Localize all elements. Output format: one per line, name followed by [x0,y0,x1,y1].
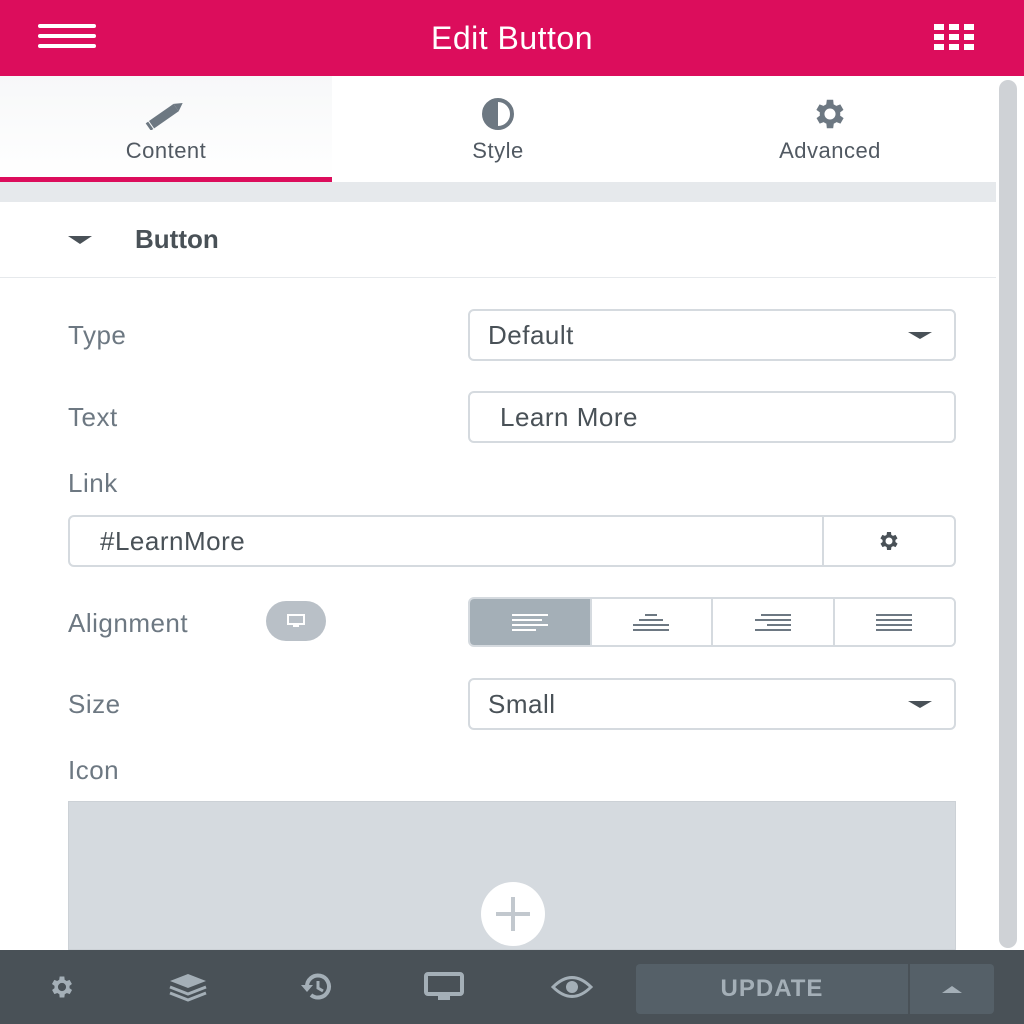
gear-icon [880,532,898,550]
widgets-grid-icon[interactable] [934,24,978,50]
panel-title: Edit Button [430,19,594,56]
half-circle-icon [481,94,515,134]
text-input[interactable]: Learn More [468,391,956,443]
link-label: Link [68,468,118,498]
tab-style-label: Style [472,138,524,163]
caret-down-icon [68,235,92,244]
pencil-icon [142,94,190,134]
alignment-label: Alignment [68,608,189,638]
tab-content[interactable]: Content [0,76,332,182]
size-select-value: Small [488,688,556,719]
caret-down-icon [908,332,932,339]
hamburger-menu-icon[interactable] [38,24,96,52]
size-label: Size [68,689,121,719]
responsive-desktop-icon[interactable] [266,601,326,641]
plus-circle-icon[interactable] [481,882,545,946]
link-input[interactable]: #LearnMore [70,517,822,565]
section-header-button[interactable]: Button [0,202,996,278]
align-justify-button[interactable] [832,599,954,645]
align-left-icon [511,613,548,631]
align-right-icon [754,613,791,631]
tab-content-label: Content [125,138,207,163]
panel-scrollbar[interactable] [996,76,1024,950]
update-button[interactable]: UPDATE [636,964,908,1014]
link-field: #LearnMore [68,515,956,567]
caret-up-icon [942,985,962,993]
tab-advanced-label: Advanced [779,138,881,163]
panel-footer: UPDATE [0,950,1024,1024]
gear-icon [811,94,849,134]
align-right-button[interactable] [711,599,833,645]
alignment-choices [468,597,956,647]
size-select[interactable]: Small [468,678,956,730]
layers-icon[interactable] [158,950,218,1024]
section-title: Button [135,224,219,254]
eye-icon[interactable] [542,950,602,1024]
tab-advanced[interactable]: Advanced [664,76,996,182]
link-options-button[interactable] [822,517,954,565]
desktop-icon[interactable] [414,950,474,1024]
scrollbar-thumb[interactable] [999,80,1017,948]
tab-style[interactable]: Style [332,76,664,182]
icon-picker-area[interactable] [68,801,956,950]
tabs-divider [0,182,996,202]
caret-down-icon [908,701,932,708]
align-left-button[interactable] [470,599,590,645]
panel-tabs: Content Style Advanced [0,76,996,182]
icon-label: Icon [68,755,120,785]
history-icon[interactable] [286,950,346,1024]
align-justify-icon [876,613,913,631]
update-options-button[interactable] [910,964,994,1014]
type-select-value: Default [488,319,574,350]
align-center-button[interactable] [589,599,711,645]
align-center-icon [633,613,670,631]
type-select[interactable]: Default [468,309,956,361]
settings-gear-icon[interactable] [32,950,92,1024]
text-label: Text [68,402,118,432]
type-label: Type [68,320,127,350]
panel-header: Edit Button [0,0,1024,76]
